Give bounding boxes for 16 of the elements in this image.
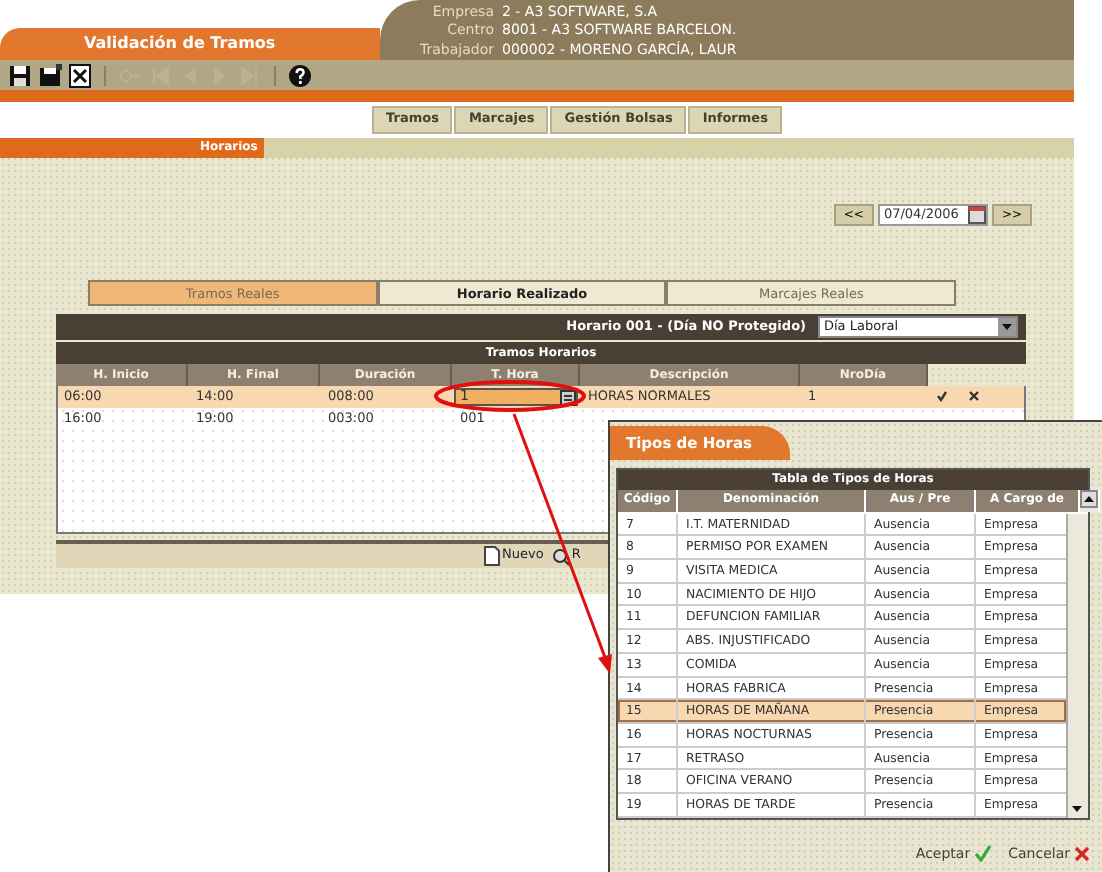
check-icon <box>974 844 993 863</box>
dropdown-icon[interactable] <box>998 318 1016 336</box>
window-title: Validación de Tramos <box>0 28 380 60</box>
document-icon <box>484 546 500 566</box>
delete-icon[interactable] <box>968 389 980 402</box>
check-icon[interactable] <box>936 389 948 402</box>
lookup-icon[interactable] <box>560 389 576 405</box>
close-icon[interactable] <box>68 63 92 87</box>
search-icon <box>551 547 570 565</box>
help-icon[interactable] <box>288 63 312 87</box>
scroll-up-icon[interactable] <box>1080 490 1098 509</box>
close-icon <box>1074 845 1090 862</box>
save-icon[interactable] <box>8 63 32 87</box>
calendar-icon[interactable] <box>967 206 986 224</box>
scrollbar[interactable] <box>1066 513 1088 818</box>
save-icon[interactable] <box>38 63 62 87</box>
